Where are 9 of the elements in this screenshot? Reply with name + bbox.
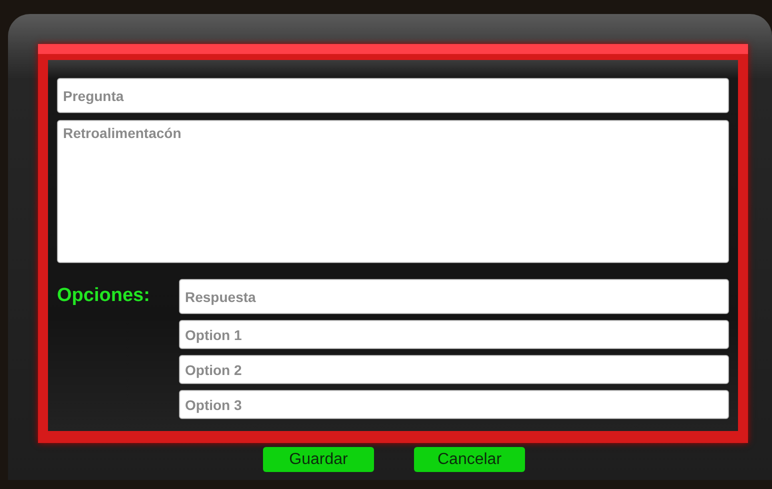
option-field[interactable]: Option 3 (179, 390, 729, 419)
action-button[interactable]: Guardar (263, 447, 374, 472)
option-field[interactable]: Option 2 (179, 355, 729, 384)
feedback-field[interactable]: Retroalimentacón (57, 120, 729, 263)
option-field[interactable]: Option 1 (179, 320, 729, 349)
action-button[interactable]: Cancelar (414, 447, 525, 472)
question-field[interactable]: Pregunta (57, 78, 729, 113)
options-label: Opciones: (57, 284, 151, 307)
answer-field[interactable]: Respuesta (179, 279, 729, 314)
